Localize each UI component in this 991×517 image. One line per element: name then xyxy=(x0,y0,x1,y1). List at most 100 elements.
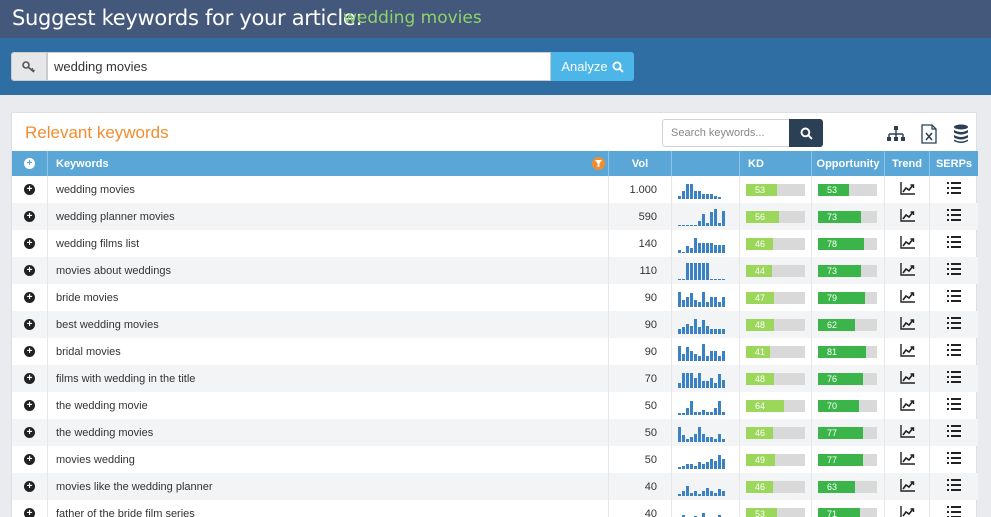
serps-cell[interactable] xyxy=(930,338,978,365)
keyword-cell[interactable]: father of the bride film series xyxy=(48,500,609,517)
sparkline-bar xyxy=(722,328,725,334)
header-trend[interactable]: Trend xyxy=(885,151,930,176)
serp-list-icon[interactable] xyxy=(947,236,961,251)
database-icon[interactable] xyxy=(950,123,972,145)
filter-icon[interactable] xyxy=(592,157,605,170)
table-row: + father of the bride film series 40 53 … xyxy=(12,500,978,517)
serp-list-icon[interactable] xyxy=(947,290,961,305)
trend-cell[interactable] xyxy=(885,500,930,517)
trend-chart-icon[interactable] xyxy=(899,289,915,306)
trend-chart-icon[interactable] xyxy=(899,505,915,517)
trend-chart-icon[interactable] xyxy=(899,451,915,468)
keyword-cell[interactable]: the wedding movies xyxy=(48,419,609,446)
keyword-filter-button[interactable] xyxy=(789,119,823,147)
keyword-cell[interactable]: movies like the wedding planner xyxy=(48,473,609,500)
header-keywords[interactable]: Keywords xyxy=(48,151,609,176)
trend-cell[interactable] xyxy=(885,473,930,500)
serps-cell[interactable] xyxy=(930,365,978,392)
trend-chart-icon[interactable] xyxy=(899,262,915,279)
keyword-cell[interactable]: the wedding movie xyxy=(48,392,609,419)
expand-row-cell[interactable]: + xyxy=(12,446,48,473)
trend-chart-icon[interactable] xyxy=(899,424,915,441)
serps-cell[interactable] xyxy=(930,284,978,311)
keyword-cell[interactable]: movies wedding xyxy=(48,446,609,473)
keyword-filter-input[interactable]: Search keywords... xyxy=(662,119,790,147)
serps-cell[interactable] xyxy=(930,311,978,338)
key-button[interactable] xyxy=(11,52,47,81)
analyze-button[interactable]: Analyze xyxy=(551,52,634,81)
trend-cell[interactable] xyxy=(885,257,930,284)
serp-list-icon[interactable] xyxy=(947,263,961,278)
sparkline-bar xyxy=(706,411,709,415)
serps-cell[interactable] xyxy=(930,176,978,203)
trend-cell[interactable] xyxy=(885,365,930,392)
serps-cell[interactable] xyxy=(930,230,978,257)
trend-cell[interactable] xyxy=(885,284,930,311)
serps-cell[interactable] xyxy=(930,257,978,284)
expand-row-cell[interactable]: + xyxy=(12,473,48,500)
trend-cell[interactable] xyxy=(885,203,930,230)
serps-cell[interactable] xyxy=(930,203,978,230)
trend-cell[interactable] xyxy=(885,311,930,338)
serp-list-icon[interactable] xyxy=(947,317,961,332)
serps-cell[interactable] xyxy=(930,419,978,446)
serp-list-icon[interactable] xyxy=(947,479,961,494)
expand-row-cell[interactable]: + xyxy=(12,176,48,203)
keyword-input[interactable]: wedding movies xyxy=(47,52,551,81)
serp-list-icon[interactable] xyxy=(947,425,961,440)
expand-row-cell[interactable]: + xyxy=(12,338,48,365)
serps-cell[interactable] xyxy=(930,473,978,500)
trend-cell[interactable] xyxy=(885,338,930,365)
expand-row-cell[interactable]: + xyxy=(12,257,48,284)
trend-cell[interactable] xyxy=(885,446,930,473)
keyword-cell[interactable]: best wedding movies xyxy=(48,311,609,338)
trend-chart-icon[interactable] xyxy=(899,397,915,414)
header-kd[interactable]: KD xyxy=(740,151,812,176)
expand-row-cell[interactable]: + xyxy=(12,311,48,338)
serps-cell[interactable] xyxy=(930,500,978,517)
trend-chart-icon[interactable] xyxy=(899,343,915,360)
trend-cell[interactable] xyxy=(885,176,930,203)
serps-cell[interactable] xyxy=(930,392,978,419)
trend-chart-icon[interactable] xyxy=(899,181,915,198)
keyword-cell[interactable]: bridal movies xyxy=(48,338,609,365)
sparkline-bar xyxy=(682,225,685,226)
expand-row-cell[interactable]: + xyxy=(12,419,48,446)
keyword-cell[interactable]: wedding planner movies xyxy=(48,203,609,230)
serp-list-icon[interactable] xyxy=(947,398,961,413)
serp-list-icon[interactable] xyxy=(947,506,961,517)
serp-list-icon[interactable] xyxy=(947,452,961,467)
trend-cell[interactable] xyxy=(885,419,930,446)
excel-export-icon[interactable] xyxy=(918,123,940,145)
header-opportunity[interactable]: Opportunity xyxy=(812,151,885,176)
expand-all-cell[interactable]: + xyxy=(12,151,48,176)
trend-chart-icon[interactable] xyxy=(899,208,915,225)
keyword-cell[interactable]: wedding films list xyxy=(48,230,609,257)
trend-chart-icon[interactable] xyxy=(899,235,915,252)
serps-cell[interactable] xyxy=(930,446,978,473)
header-serps[interactable]: SERPs xyxy=(930,151,978,176)
keyword-cell[interactable]: wedding movies xyxy=(48,176,609,203)
expand-row-cell[interactable]: + xyxy=(12,392,48,419)
serp-list-icon[interactable] xyxy=(947,182,961,197)
trend-cell[interactable] xyxy=(885,392,930,419)
keyword-cell[interactable]: movies about weddings xyxy=(48,257,609,284)
expand-row-cell[interactable]: + xyxy=(12,365,48,392)
serp-list-icon[interactable] xyxy=(947,209,961,224)
sparkline-cell xyxy=(672,500,740,517)
trend-chart-icon[interactable] xyxy=(899,316,915,333)
expand-row-cell[interactable]: + xyxy=(12,284,48,311)
expand-row-cell[interactable]: + xyxy=(12,230,48,257)
serp-list-icon[interactable] xyxy=(947,371,961,386)
expand-row-cell[interactable]: + xyxy=(12,500,48,517)
serp-list-icon[interactable] xyxy=(947,344,961,359)
expand-row-cell[interactable]: + xyxy=(12,203,48,230)
trend-chart-icon[interactable] xyxy=(899,370,915,387)
keyword-cell[interactable]: films with wedding in the title xyxy=(48,365,609,392)
kd-cell: 53 xyxy=(740,500,812,517)
trend-cell[interactable] xyxy=(885,230,930,257)
header-vol[interactable]: Vol xyxy=(609,151,672,176)
trend-chart-icon[interactable] xyxy=(899,478,915,495)
sitemap-icon[interactable] xyxy=(885,123,907,145)
keyword-cell[interactable]: bride movies xyxy=(48,284,609,311)
